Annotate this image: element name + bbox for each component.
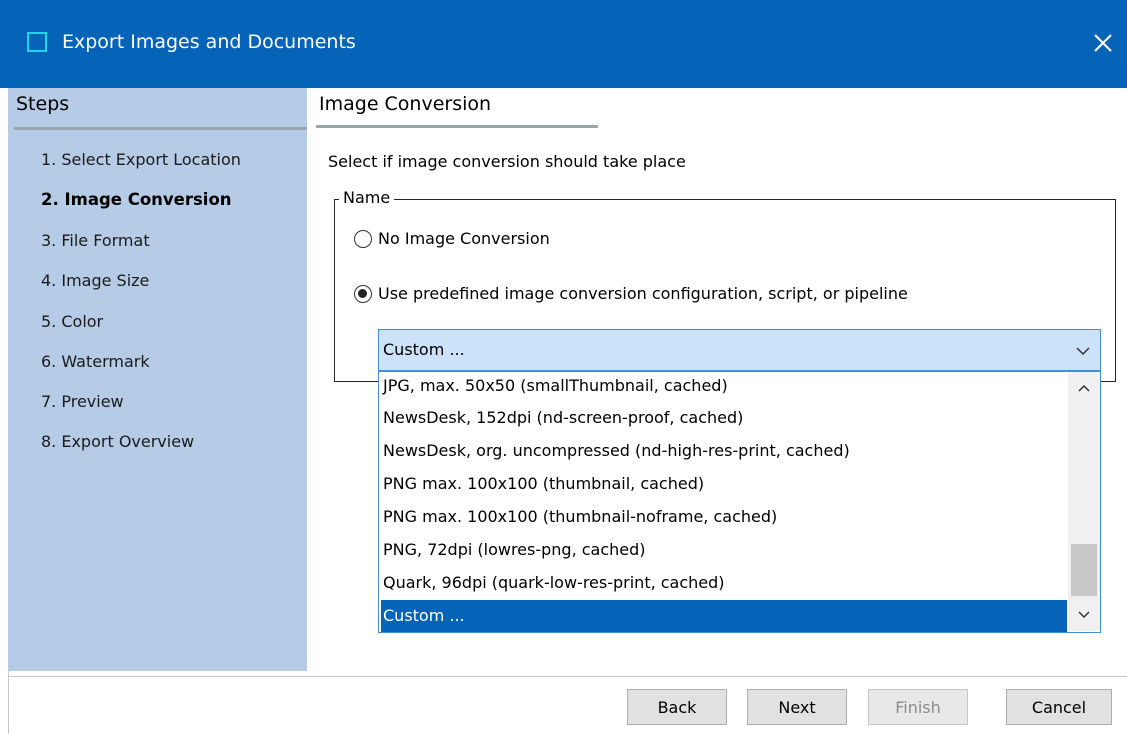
step-select-export-location[interactable]: 1. Select Export Location — [41, 150, 241, 169]
dropdown-option-png-lowres[interactable]: PNG, 72dpi (lowres-png, cached) — [381, 534, 1067, 566]
dropdown-option-newsdesk-high-res-print[interactable]: NewsDesk, org. uncompressed (nd-high-res… — [381, 435, 1067, 467]
title-divider — [316, 125, 598, 128]
close-button[interactable] — [1079, 18, 1127, 68]
close-icon — [1094, 34, 1112, 52]
conversion-combobox[interactable]: Custom ... — [378, 329, 1101, 371]
chevron-down-icon — [1078, 611, 1090, 619]
title-bar: Export Images and Documents — [0, 0, 1127, 88]
app-icon — [27, 32, 47, 52]
dropdown-option-png-thumbnail[interactable]: PNG max. 100x100 (thumbnail, cached) — [381, 468, 1067, 500]
radio-predefined-conversion[interactable]: Use predefined image conversion configur… — [354, 284, 908, 303]
dropdown-option-custom[interactable]: Custom ... — [381, 600, 1067, 632]
dropdown-scrollbar[interactable] — [1068, 372, 1100, 631]
scroll-up-button[interactable] — [1068, 372, 1100, 404]
radio-no-conversion[interactable]: No Image Conversion — [354, 229, 550, 248]
scroll-down-button[interactable] — [1068, 599, 1100, 631]
footer-divider — [8, 676, 1127, 677]
next-button[interactable]: Next — [747, 689, 847, 725]
step-image-conversion[interactable]: 2. Image Conversion — [41, 190, 232, 209]
page-description: Select if image conversion should take p… — [328, 152, 686, 171]
combobox-value: Custom ... — [383, 340, 465, 359]
page-title: Image Conversion — [319, 93, 492, 115]
step-image-size[interactable]: 4. Image Size — [41, 271, 149, 290]
chevron-down-icon[interactable] — [1074, 342, 1092, 360]
content-panel: Image Conversion Select if image convers… — [307, 88, 1127, 671]
steps-panel: Steps 1. Select Export Location 2. Image… — [8, 88, 307, 671]
dropdown-option-png-thumbnail-noframe[interactable]: PNG max. 100x100 (thumbnail-noframe, cac… — [381, 501, 1067, 533]
step-color[interactable]: 5. Color — [41, 312, 103, 331]
scroll-thumb[interactable] — [1071, 544, 1097, 596]
radio-button-icon[interactable] — [354, 229, 372, 248]
steps-title: Steps — [16, 93, 70, 115]
radio-no-conversion-label: No Image Conversion — [378, 229, 550, 248]
step-preview[interactable]: 7. Preview — [41, 392, 124, 411]
step-file-format[interactable]: 3. File Format — [41, 231, 150, 250]
step-watermark[interactable]: 6. Watermark — [41, 352, 150, 371]
groupbox-label: Name — [339, 188, 395, 207]
cancel-button[interactable]: Cancel — [1006, 689, 1112, 725]
finish-button[interactable]: Finish — [868, 689, 968, 725]
radio-button-checked-icon[interactable] — [354, 284, 372, 303]
dropdown-option-quark-low-res[interactable]: Quark, 96dpi (quark-low-res-print, cache… — [381, 567, 1067, 599]
chevron-up-icon — [1078, 384, 1090, 392]
back-button[interactable]: Back — [627, 689, 727, 725]
dropdown-option-newsdesk-screen-proof[interactable]: NewsDesk, 152dpi (nd-screen-proof, cache… — [381, 402, 1067, 434]
dropdown-option-jpg-small-thumbnail[interactable]: JPG, max. 50x50 (smallThumbnail, cached) — [381, 372, 1067, 402]
radio-predefined-label: Use predefined image conversion configur… — [378, 284, 908, 303]
window-title: Export Images and Documents — [62, 31, 356, 53]
conversion-dropdown-list[interactable]: JPG, max. 50x50 (smallThumbnail, cached)… — [378, 371, 1101, 633]
steps-divider — [14, 127, 307, 130]
step-export-overview[interactable]: 8. Export Overview — [41, 432, 194, 451]
